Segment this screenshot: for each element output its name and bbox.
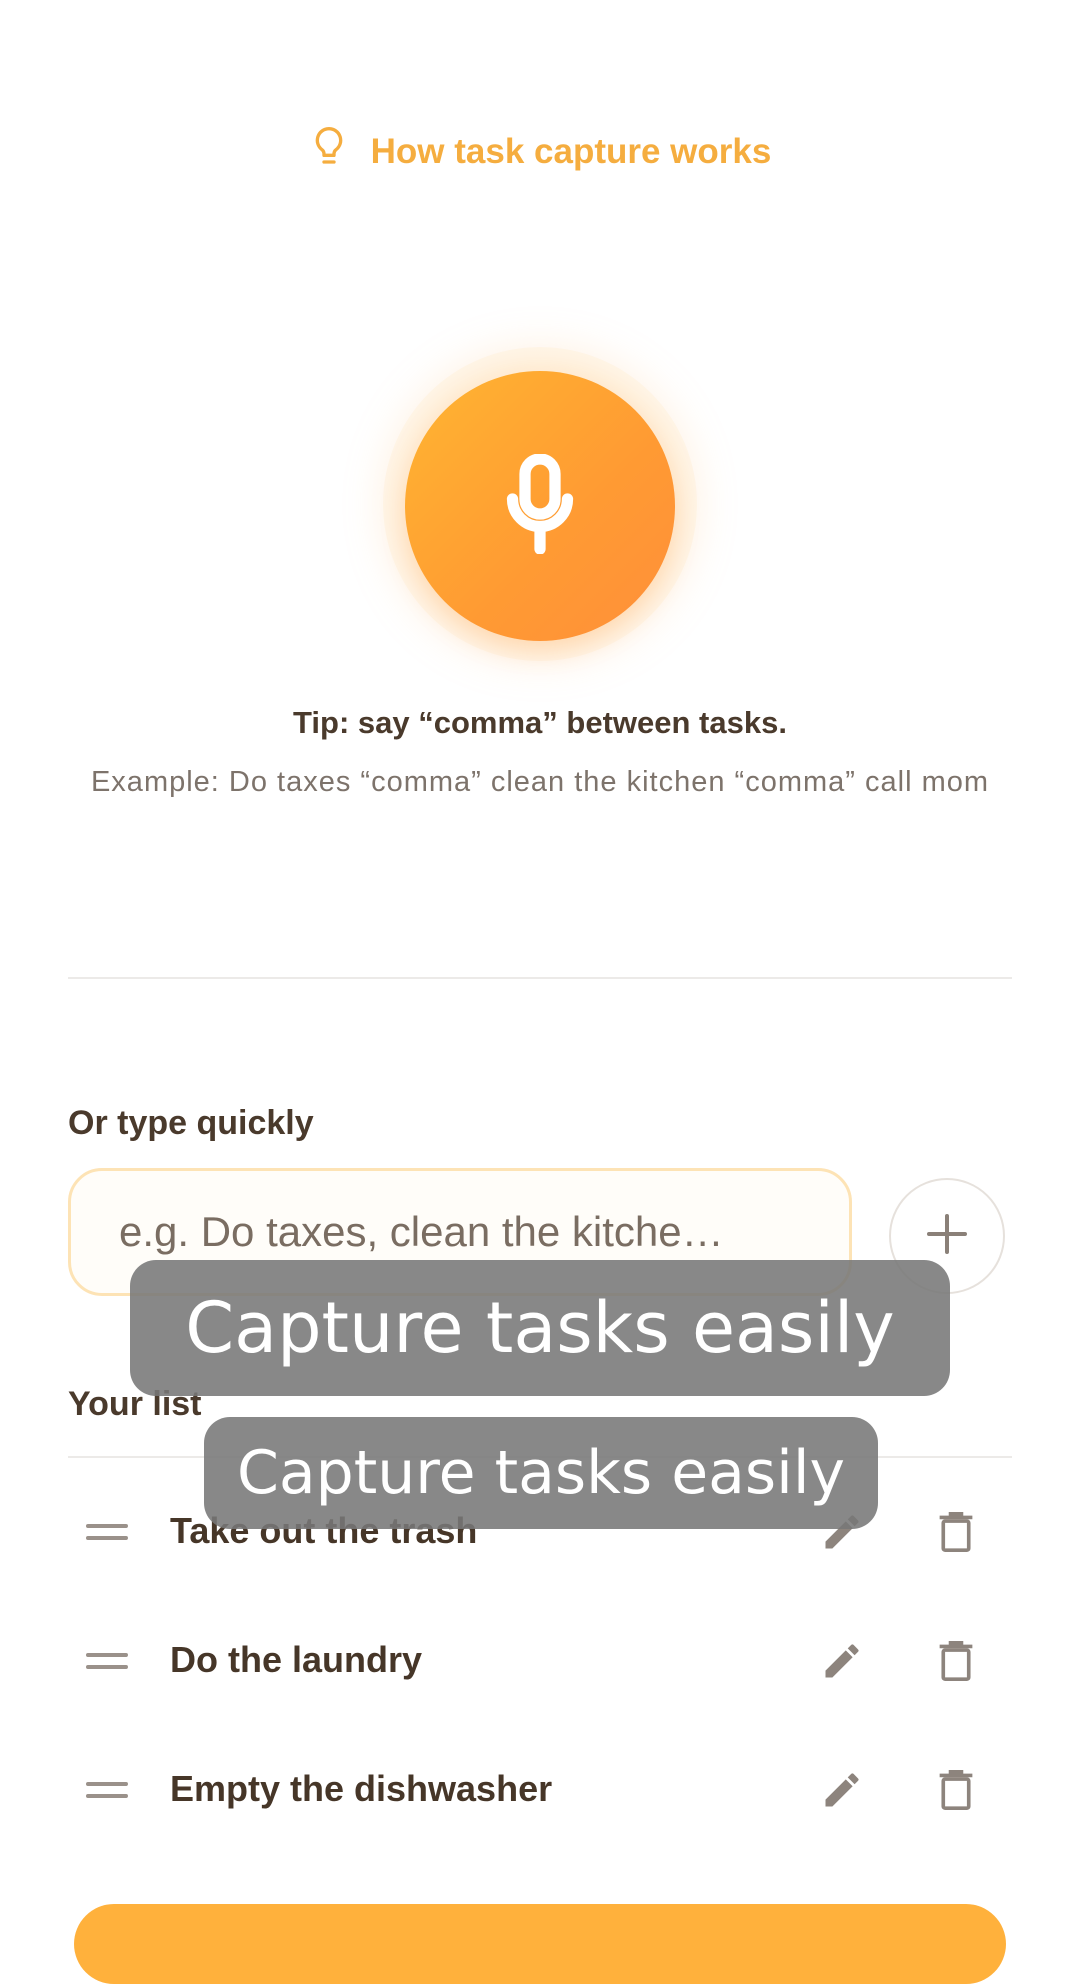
how-task-capture-works-label: How task capture works (370, 131, 772, 171)
quick-entry-label: Or type quickly (68, 1104, 314, 1142)
lightbulb-icon (309, 125, 349, 178)
trash-icon[interactable] (936, 1510, 976, 1554)
trash-icon[interactable] (936, 1639, 976, 1683)
microphone-icon (505, 452, 575, 559)
caption-overlay: Capture tasks easily (130, 1260, 950, 1396)
list-item: Empty the dishwasher (68, 1740, 1012, 1840)
plus-icon (923, 1210, 971, 1263)
primary-action-button[interactable] (74, 1904, 1006, 1984)
pencil-icon[interactable] (820, 1639, 864, 1683)
list-item: Do the laundry (68, 1611, 1012, 1711)
tip-example: Example: Do taxes “comma” clean the kitc… (90, 766, 990, 798)
drag-handle-icon[interactable] (86, 1512, 128, 1552)
task-label[interactable]: Empty the dishwasher (170, 1768, 552, 1810)
drag-handle-icon[interactable] (86, 1641, 128, 1681)
task-label[interactable]: Do the laundry (170, 1639, 422, 1681)
caption-overlay: Capture tasks easily (204, 1417, 878, 1529)
how-task-capture-works-link[interactable]: How task capture works (0, 125, 1080, 178)
pencil-icon[interactable] (820, 1768, 864, 1812)
drag-handle-icon[interactable] (86, 1770, 128, 1810)
tip-text: Tip: say “comma” between tasks. (293, 705, 787, 740)
trash-icon[interactable] (936, 1768, 976, 1812)
section-divider (68, 977, 1012, 979)
record-voice-button[interactable] (405, 371, 675, 641)
